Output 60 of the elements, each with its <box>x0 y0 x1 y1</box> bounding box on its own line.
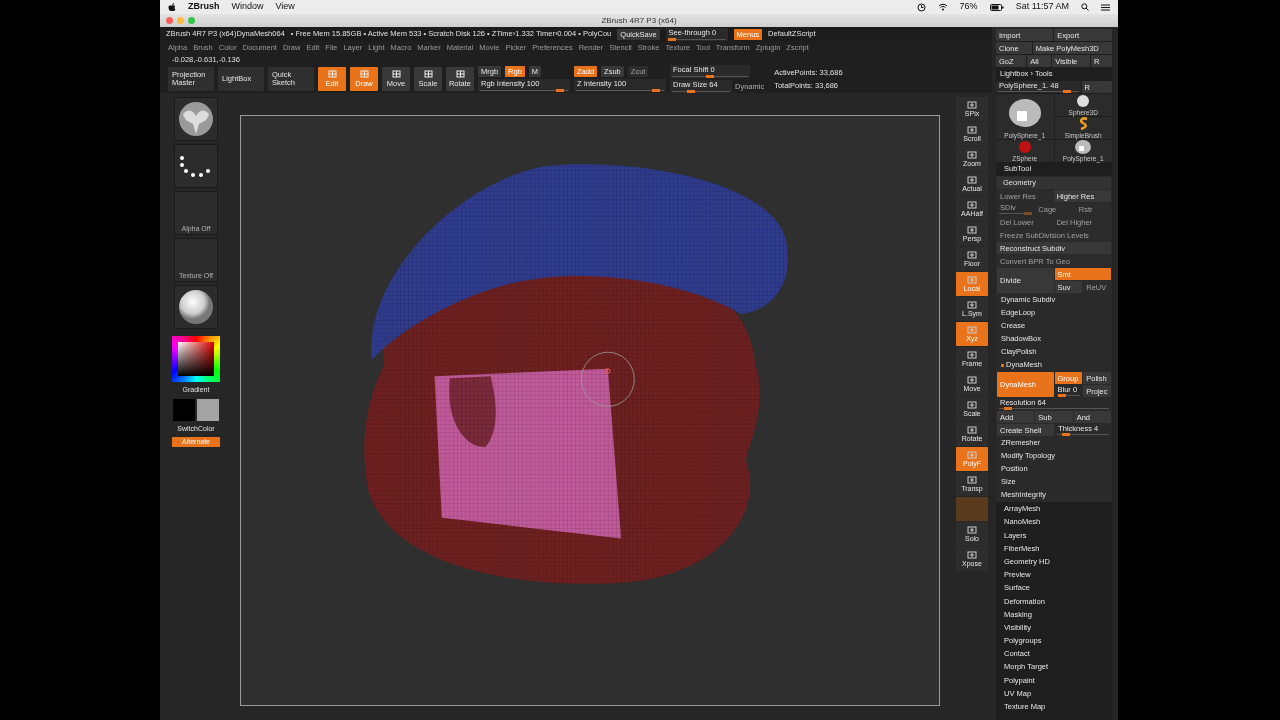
slider-thumb[interactable] <box>1004 407 1013 411</box>
menu-item[interactable]: Window <box>231 0 264 14</box>
slider-thumb[interactable] <box>1061 433 1070 437</box>
app-name[interactable]: ZBrush <box>188 0 220 14</box>
head-model-icon <box>1075 140 1092 155</box>
view-icon <box>967 101 977 109</box>
color-swatch[interactable] <box>173 398 195 421</box>
view-icon <box>967 301 977 309</box>
clock-icon <box>916 2 926 12</box>
menu-item[interactable]: View <box>275 0 295 14</box>
ball-icon <box>1018 141 1031 154</box>
slider-thumb[interactable] <box>652 89 660 92</box>
sphere-icon <box>1077 95 1090 108</box>
mode-icon <box>423 70 433 78</box>
slider-thumb[interactable] <box>1063 90 1072 93</box>
view-icon <box>967 326 977 334</box>
swirl-icon <box>1078 117 1088 132</box>
view-icon <box>967 176 977 184</box>
search-icon <box>1081 3 1089 11</box>
window-title: ZBrush 4R7 P3 (x64) <box>601 14 677 27</box>
view-icon <box>967 451 977 459</box>
battery-percentage: 76% <box>959 0 978 14</box>
slider-thumb[interactable] <box>667 37 676 41</box>
view-icon <box>967 251 977 259</box>
color-swatch[interactable] <box>197 398 219 421</box>
view-icon <box>967 226 977 234</box>
slider-thumb[interactable] <box>1058 394 1067 398</box>
mode-icon <box>359 70 369 78</box>
slider-thumb[interactable] <box>556 89 564 92</box>
view-icon <box>967 376 977 384</box>
view-icon <box>967 151 977 159</box>
canvas[interactable] <box>240 115 940 706</box>
brush-sphere-icon <box>179 102 213 136</box>
view-icon <box>967 276 977 284</box>
battery-icon <box>989 3 1004 11</box>
material-sphere-icon <box>179 290 213 324</box>
material-thumbnail[interactable] <box>174 285 218 329</box>
view-icon <box>967 201 977 209</box>
view-icon <box>967 126 977 134</box>
mode-icon <box>455 70 465 78</box>
clock-time: Sat 11:57 AM <box>1015 0 1069 14</box>
color-picker[interactable] <box>172 336 220 382</box>
slider-thumb[interactable] <box>706 75 714 78</box>
head-model-icon <box>1008 98 1041 127</box>
mode-icon <box>391 70 401 78</box>
brush-thumbnail[interactable] <box>174 97 218 141</box>
dots-icon <box>180 155 212 177</box>
menu-icon <box>1101 3 1110 11</box>
apple-logo-icon <box>168 2 176 12</box>
stroke-thumbnail[interactable] <box>174 144 218 188</box>
view-icon <box>967 351 977 359</box>
view-icon <box>967 526 977 534</box>
brush-cursor-icon <box>580 351 635 407</box>
view-icon <box>967 401 977 409</box>
mode-icon <box>327 70 337 78</box>
view-icon <box>967 426 977 434</box>
view-icon <box>967 551 977 559</box>
view-icon <box>967 476 977 484</box>
slider-thumb[interactable] <box>687 90 695 93</box>
wifi-icon <box>937 3 948 11</box>
